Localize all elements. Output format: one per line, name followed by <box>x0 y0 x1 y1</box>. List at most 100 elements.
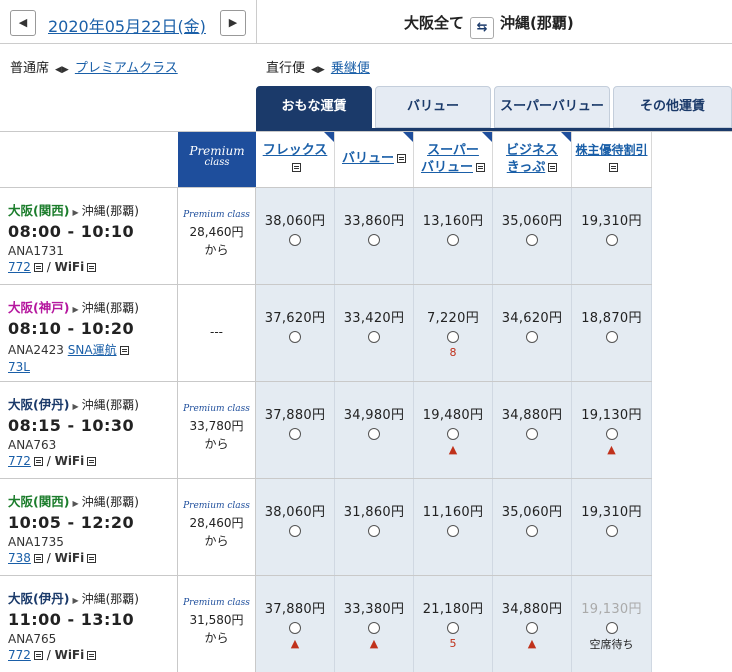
document-icon[interactable] <box>119 346 129 355</box>
premium-unavailable: --- <box>210 325 223 339</box>
fare-select-radio[interactable] <box>526 525 538 537</box>
premium-price[interactable]: 33,780円 <box>178 417 255 435</box>
fare-header-label[interactable]: ビジネス <box>493 142 571 159</box>
fare-header-label[interactable]: スーパー <box>414 142 492 159</box>
fare-select-radio[interactable] <box>368 525 380 537</box>
date-link[interactable]: 2020年05月22日(金) <box>48 13 206 37</box>
document-icon[interactable] <box>608 163 618 172</box>
origin-label: 大阪全て <box>404 14 465 32</box>
next-day-button[interactable]: ▶ <box>220 10 246 36</box>
fare-cell: 18,870円 <box>572 285 652 381</box>
fare-select-radio[interactable] <box>447 428 459 440</box>
fare-price: 37,880円 <box>264 602 326 617</box>
fare-price: 19,130円 <box>581 408 642 423</box>
premium-class-link[interactable]: プレミアムクラス <box>75 61 178 76</box>
document-icon[interactable] <box>33 554 43 563</box>
fare-select-radio[interactable] <box>289 525 301 537</box>
fare-select-radio[interactable] <box>526 234 538 246</box>
aircraft-link[interactable]: 772 <box>8 454 31 468</box>
document-icon[interactable] <box>397 154 406 163</box>
tab-value[interactable]: バリュー <box>375 86 491 128</box>
document-icon[interactable] <box>548 163 558 172</box>
fare-select-radio[interactable] <box>368 331 380 343</box>
tab-main-fares[interactable]: おもな運賃 <box>256 86 372 128</box>
document-icon[interactable] <box>292 163 301 172</box>
tab-super-value[interactable]: スーパーバリュー <box>494 86 610 128</box>
aircraft-link[interactable]: 738 <box>8 551 31 565</box>
fare-select-radio[interactable] <box>289 622 301 634</box>
fare-cell: 37,620円 <box>256 285 335 381</box>
document-icon[interactable] <box>476 163 485 172</box>
flight-info: 大阪(伊丹) ▶ 沖縄(那覇) 08:15 - 10:30 ANA763 772 / Wi… <box>0 382 178 478</box>
fare-select-radio[interactable] <box>605 525 618 537</box>
fare-header-label-2[interactable]: バリュー <box>421 160 473 175</box>
operator-link[interactable]: SNA運航 <box>68 343 117 357</box>
premium-price[interactable]: 28,460円 <box>178 223 255 241</box>
document-icon[interactable] <box>87 457 97 466</box>
premium-class-header: Premium class <box>178 132 256 187</box>
origin-airport: 大阪(関西) <box>8 494 70 509</box>
document-icon[interactable] <box>33 263 43 272</box>
document-icon[interactable] <box>33 651 43 660</box>
flight-number: ANA765 <box>8 632 57 646</box>
fare-header-value[interactable]: バリュー <box>335 132 414 187</box>
destination-airport: 沖縄(那覇) <box>81 495 139 509</box>
fare-price: 18,870円 <box>581 311 642 326</box>
fare-select-radio[interactable] <box>605 331 618 343</box>
fare-select-radio[interactable] <box>605 622 618 634</box>
fare-select-radio[interactable] <box>368 428 380 440</box>
fare-select-radio[interactable] <box>526 331 538 343</box>
fare-header-label[interactable]: 株主優待割引 <box>572 142 651 159</box>
chevron-left-icon: ◀ <box>18 16 28 29</box>
fare-header-shareholder[interactable]: 株主優待割引 <box>572 132 652 187</box>
premium-header-line1: Premium <box>189 144 245 158</box>
tab-other-fares[interactable]: その他運賃 <box>613 86 732 128</box>
fare-header-label[interactable]: フレックス <box>256 142 334 159</box>
fare-select-radio[interactable] <box>605 234 618 246</box>
chevron-right-icon: ▶ <box>228 16 238 29</box>
prev-day-button[interactable]: ◀ <box>10 10 36 36</box>
seat-availability-note: 8 <box>449 346 457 359</box>
fare-header-super-value[interactable]: スーパー バリュー <box>414 132 493 187</box>
connecting-flight-link[interactable]: 乗継便 <box>331 61 370 76</box>
fare-header-business[interactable]: ビジネス きっぷ <box>493 132 572 187</box>
premium-from: から <box>204 437 229 451</box>
fare-cell: 35,060円 <box>493 188 572 284</box>
destination-airport: 沖縄(那覇) <box>81 301 139 315</box>
flight-info: 大阪(関西) ▶ 沖縄(那覇) 08:00 - 10:10 ANA1731 772 / W… <box>0 188 178 284</box>
document-icon[interactable] <box>87 651 97 660</box>
fare-select-radio[interactable] <box>447 331 459 343</box>
fare-select-radio[interactable] <box>526 428 538 440</box>
fare-select-radio[interactable] <box>289 331 301 343</box>
flight-row: 大阪(伊丹) ▶ 沖縄(那覇) 08:15 - 10:30 ANA763 772 / Wi… <box>0 381 732 478</box>
document-icon[interactable] <box>87 554 97 563</box>
premium-price[interactable]: 28,460円 <box>178 514 255 532</box>
fare-select-radio[interactable] <box>289 428 301 440</box>
fare-select-radio[interactable] <box>368 622 380 634</box>
fare-header-label-2[interactable]: きっぷ <box>507 160 545 175</box>
document-icon[interactable] <box>33 457 43 466</box>
fare-price: 34,880円 <box>501 408 563 423</box>
fare-select-radio[interactable] <box>605 428 618 440</box>
swap-icon[interactable]: ⇆ <box>470 17 495 39</box>
aircraft-link[interactable]: 772 <box>8 648 31 662</box>
premium-price[interactable]: 31,580円 <box>178 611 255 629</box>
fare-select-radio[interactable] <box>368 234 380 246</box>
fare-select-radio[interactable] <box>447 234 459 246</box>
flight-time: 10:05 - 12:20 <box>8 513 135 532</box>
aircraft-link[interactable]: 73L <box>8 360 30 374</box>
fare-select-radio[interactable] <box>447 525 459 537</box>
fare-header-flex[interactable]: フレックス <box>256 132 335 187</box>
aircraft-link[interactable]: 772 <box>8 260 31 274</box>
fare-select-radio[interactable] <box>526 622 538 634</box>
fare-select-radio[interactable] <box>289 234 301 246</box>
origin-airport: 大阪(関西) <box>8 203 70 218</box>
flight-row: 大阪(関西) ▶ 沖縄(那覇) 08:00 - 10:10 ANA1731 772 / W… <box>0 187 732 284</box>
fare-select-radio[interactable] <box>447 622 459 634</box>
flight-number: ANA2423 <box>8 343 64 357</box>
fare-header-label[interactable]: バリュー <box>342 151 394 166</box>
wifi-label: WiFi <box>54 648 85 662</box>
flight-time: 11:00 - 13:10 <box>8 610 135 629</box>
document-icon[interactable] <box>87 263 97 272</box>
flight-number: ANA1731 <box>8 244 64 258</box>
